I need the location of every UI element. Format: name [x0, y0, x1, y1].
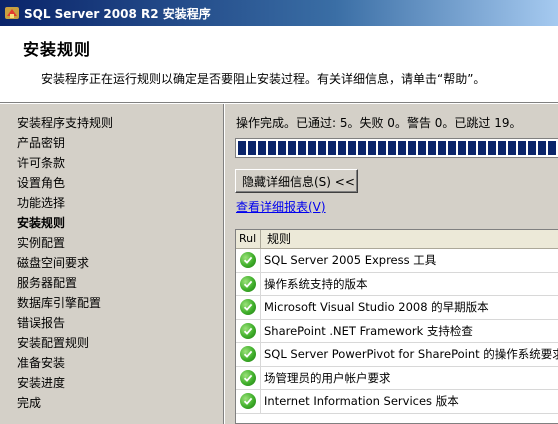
rule-status-cell: [236, 272, 261, 295]
window-title: SQL Server 2008 R2 安装程序: [24, 6, 211, 21]
page-header: 安装规则 安装程序正在运行规则以确定是否要阻止安装过程。有关详细信息，请单击“帮…: [0, 26, 558, 102]
sidebar-step: 实例配置: [17, 236, 66, 250]
sidebar-step: 功能选择: [17, 196, 66, 210]
rule-name-cell: SQL Server 2005 Express 工具: [264, 253, 437, 268]
page-description: 安装程序正在运行规则以确定是否要阻止安装过程。有关详细信息，请单击“帮助”。: [41, 72, 486, 86]
progress-segment: [398, 141, 406, 155]
progress-segment: [468, 141, 476, 155]
table-row[interactable]: 场管理员的用户帐户要求: [236, 366, 558, 390]
progress-segment: [338, 141, 346, 155]
table-row[interactable]: Internet Information Services 版本: [236, 390, 558, 414]
passed-check-icon: [240, 252, 256, 269]
progress-segment: [248, 141, 256, 155]
sidebar-step: 数据库引擎配置: [17, 296, 102, 310]
title-bar: SQL Server 2008 R2 安装程序: [0, 0, 558, 26]
sidebar-step: 许可条款: [17, 156, 66, 170]
progress-segment: [278, 141, 286, 155]
table-row[interactable]: SQL Server 2005 Express 工具: [236, 249, 558, 273]
progress-segment: [548, 141, 556, 155]
progress-segment: [358, 141, 366, 155]
column-header-rule-status[interactable]: Rul: [236, 230, 261, 248]
rules-table-header: Rul 规则: [236, 230, 558, 249]
sidebar-step: 安装程序支持规则: [17, 116, 114, 130]
progress-segment: [408, 141, 416, 155]
progress-segment: [428, 141, 436, 155]
sidebar-step: 产品密钥: [17, 136, 66, 150]
progress-segment: [478, 141, 486, 155]
sidebar-step: 错误报告: [17, 316, 66, 330]
rule-status-cell: [236, 343, 261, 366]
sidebar-step: 安装配置规则: [17, 336, 90, 350]
sidebar-step: 服务器配置: [17, 276, 78, 290]
passed-check-icon: [240, 322, 256, 339]
passed-check-icon: [240, 393, 256, 410]
progress-segment: [268, 141, 276, 155]
rule-name-cell: Microsoft Visual Studio 2008 的早期版本: [264, 300, 489, 315]
progress-segment: [298, 141, 306, 155]
view-detailed-report-link[interactable]: 查看详细报表(V): [236, 198, 326, 215]
progress-segment: [438, 141, 446, 155]
table-row[interactable]: 操作系统支持的版本: [236, 272, 558, 296]
progress-segment: [388, 141, 396, 155]
sidebar-divider: [223, 104, 225, 424]
progress-segment: [308, 141, 316, 155]
progress-bar: [235, 138, 558, 158]
progress-segment: [528, 141, 536, 155]
wizard-steps-sidebar: 安装程序支持规则 产品密钥许可条款设置角色功能选择安装规则实例配置磁盘空间要求 服务…: [0, 104, 222, 424]
progress-segment: [318, 141, 326, 155]
rule-status-cell: [236, 296, 261, 319]
rule-name-cell: SharePoint .NET Framework 支持检查: [264, 323, 473, 338]
table-row[interactable]: SharePoint .NET Framework 支持检查: [236, 319, 558, 343]
progress-segment: [488, 141, 496, 155]
hide-details-button[interactable]: 隐藏详细信息(S) <<: [235, 169, 358, 193]
rules-table: Rul 规则 SQL Server 2005 Express 工具 操作系统支持的…: [235, 229, 558, 424]
progress-segment: [288, 141, 296, 155]
table-row[interactable]: Microsoft Visual Studio 2008 的早期版本: [236, 296, 558, 320]
sidebar-step: 安装规则: [17, 216, 66, 230]
progress-segment: [538, 141, 546, 155]
sql-server-setup-icon[interactable]: [4, 5, 20, 21]
rule-name-cell: SQL Server PowerPivot for SharePoint 的操作…: [264, 347, 558, 362]
sidebar-step: 完成: [17, 396, 42, 410]
operation-status: 操作完成。已通过: 5。失败 0。警告 0。已跳过 19。: [236, 116, 522, 130]
progress-segment: [518, 141, 526, 155]
progress-segment: [458, 141, 466, 155]
rule-name-cell: 场管理员的用户帐户要求: [264, 370, 391, 385]
sidebar-step: 安装进度: [17, 376, 66, 390]
passed-check-icon: [240, 299, 256, 316]
progress-segment: [418, 141, 426, 155]
rule-name-cell: 操作系统支持的版本: [264, 276, 368, 291]
rule-status-cell: [236, 319, 261, 342]
progress-segment: [448, 141, 456, 155]
wizard-steps-list: 安装程序支持规则 产品密钥许可条款设置角色功能选择安装规则实例配置磁盘空间要求 服务…: [17, 116, 113, 416]
progress-segment: [508, 141, 516, 155]
progress-segment: [348, 141, 356, 155]
rule-status-cell: [236, 390, 261, 413]
passed-check-icon: [240, 275, 256, 292]
rules-table-body: SQL Server 2005 Express 工具 操作系统支持的版本 Micro…: [236, 249, 558, 414]
column-header-rule-name[interactable]: 规则: [261, 230, 291, 248]
progress-segment: [368, 141, 376, 155]
progress-segment: [328, 141, 336, 155]
sidebar-step: 准备安装: [17, 356, 66, 370]
passed-check-icon: [240, 369, 256, 386]
table-row[interactable]: SQL Server PowerPivot for SharePoint 的操作…: [236, 343, 558, 367]
progress-segment: [258, 141, 266, 155]
sidebar-step: 磁盘空间要求: [17, 256, 90, 270]
progress-segment: [498, 141, 506, 155]
passed-check-icon: [240, 346, 256, 363]
page-title: 安装规则: [23, 40, 92, 59]
rule-status-cell: [236, 249, 261, 272]
progress-segment: [238, 141, 246, 155]
rule-name-cell: Internet Information Services 版本: [264, 394, 459, 409]
progress-segment: [378, 141, 386, 155]
sidebar-step: 设置角色: [17, 176, 66, 190]
rule-status-cell: [236, 366, 261, 389]
